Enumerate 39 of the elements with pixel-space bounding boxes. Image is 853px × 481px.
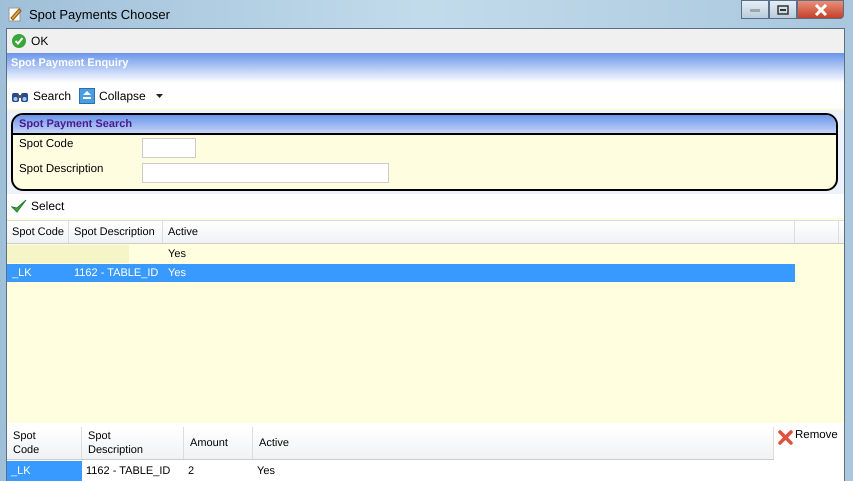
table-cell-text: Yes (167, 247, 187, 262)
check-circle-icon (11, 33, 27, 49)
panel-title: Spot Payment Search (19, 118, 132, 130)
remove-button[interactable]: Remove (774, 427, 842, 449)
ok-button[interactable]: OK (9, 31, 50, 51)
minimize-icon (749, 6, 761, 12)
minimize-button[interactable] (741, 0, 769, 19)
checkmark-icon (11, 198, 27, 214)
cross-icon (778, 429, 794, 445)
select-button[interactable]: Select (9, 196, 66, 216)
collapse-icon (79, 88, 96, 104)
table-row[interactable]: Yes (7, 245, 795, 263)
close-button[interactable] (797, 0, 844, 19)
input-field[interactable] (142, 138, 196, 158)
table-cell-text: _LK (10, 266, 33, 281)
maximize-icon (777, 4, 789, 14)
field-label: Spot Code (19, 138, 74, 150)
table-cell-text: Yes (256, 464, 276, 479)
search-button[interactable]: Search (9, 86, 74, 106)
column-header[interactable]: Spot Code (7, 427, 82, 459)
pencil-icon (7, 6, 23, 22)
close-icon (814, 4, 828, 16)
maximize-button[interactable] (769, 0, 797, 19)
table-cell-text: Yes (167, 266, 187, 281)
collapse-button[interactable]: Collapse (77, 86, 165, 106)
column-header[interactable]: Amount (184, 427, 253, 459)
column-header[interactable]: Active (163, 221, 795, 243)
column-header[interactable]: Spot Code (7, 221, 69, 243)
table-cell-text: 2 (187, 464, 196, 479)
column-header[interactable]: Spot Description (69, 221, 163, 243)
table-cell-text: 1162 - TABLE_ID (85, 464, 172, 479)
window-title: Spot Payments Chooser (29, 6, 170, 22)
field-label: Spot Description (19, 163, 104, 175)
table-cell-text: 1162 - TABLE_ID (73, 266, 160, 281)
input-field[interactable] (142, 163, 389, 183)
column-header[interactable]: Spot Description (82, 427, 184, 459)
column-header[interactable]: Active (253, 427, 774, 459)
dropdown-icon (156, 94, 163, 98)
section-title: Spot Payment Enquiry (11, 57, 128, 69)
